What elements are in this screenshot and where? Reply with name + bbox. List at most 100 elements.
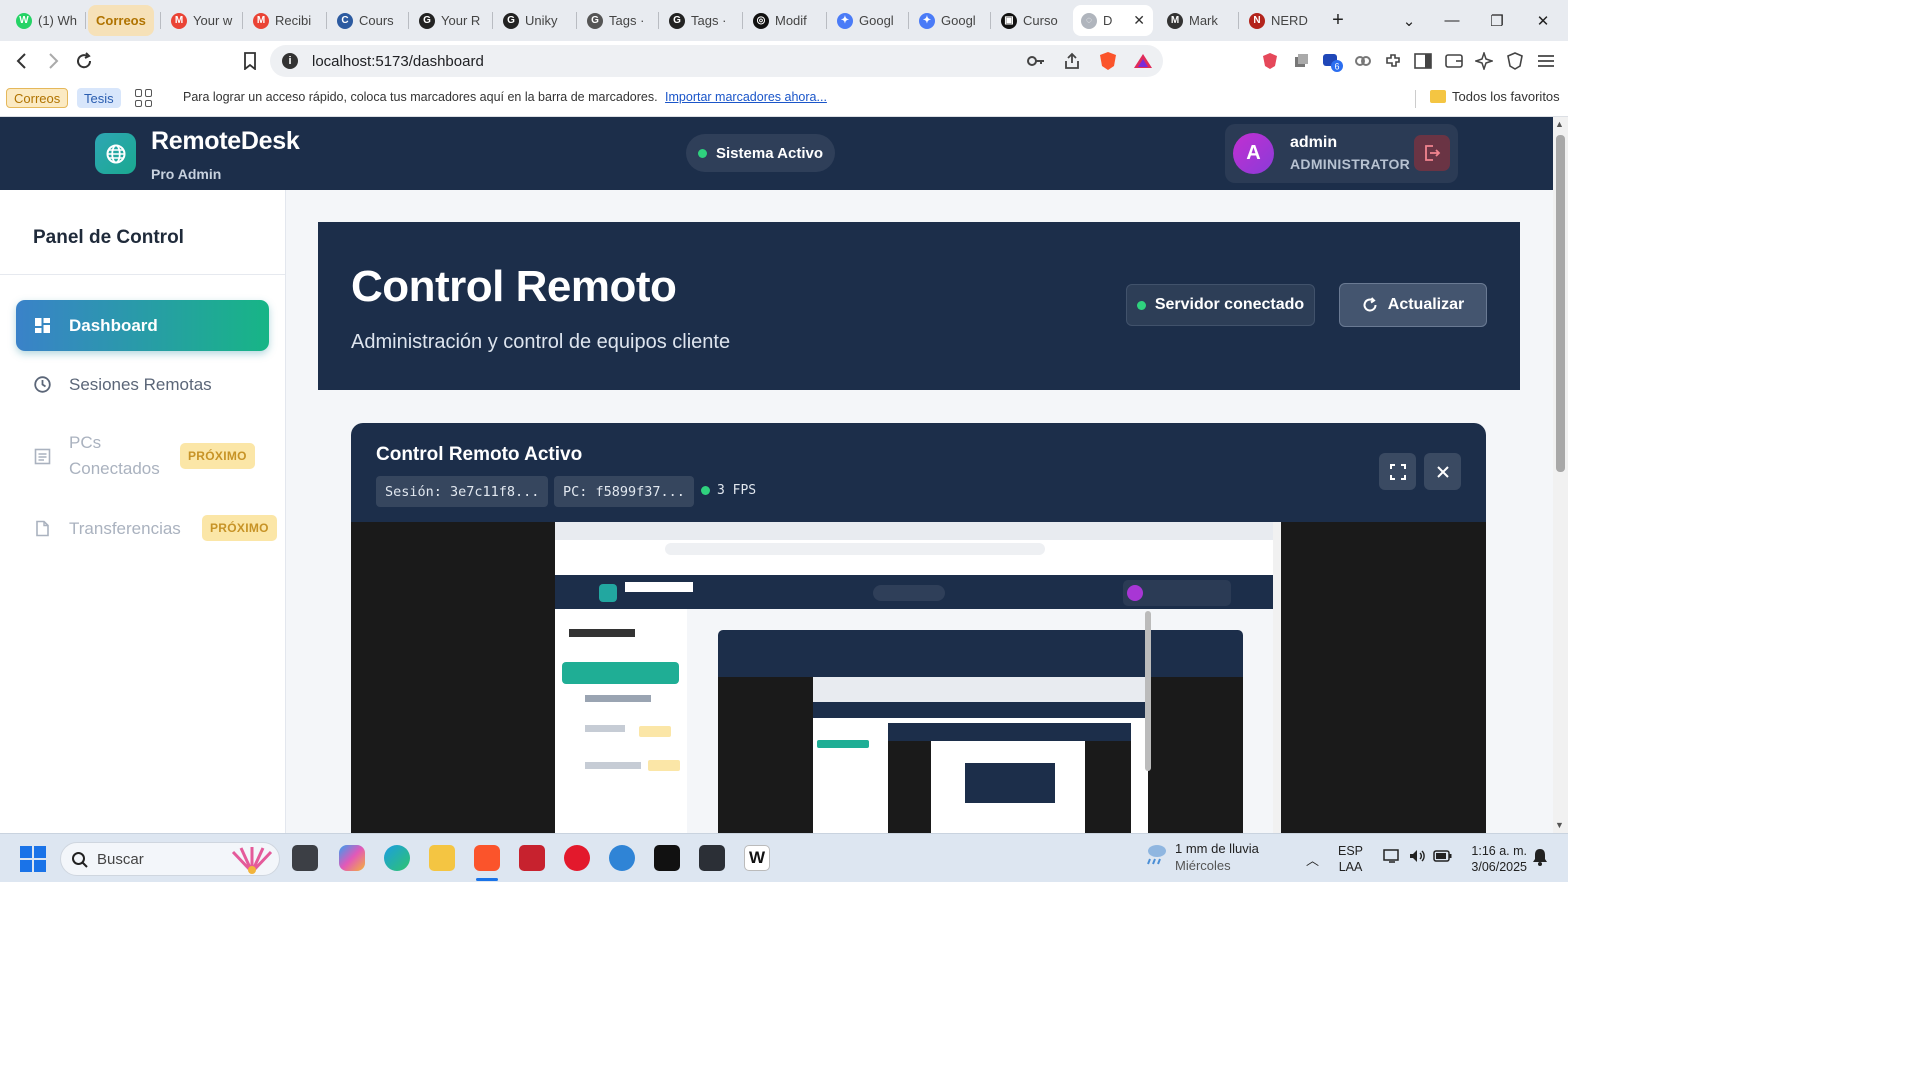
adblock-extension-icon[interactable]	[1259, 50, 1281, 72]
browser-tab[interactable]: G Uniky	[495, 5, 575, 36]
browser-tab[interactable]: ▣ Curso	[993, 5, 1069, 36]
clock[interactable]: 1:16 a. m. 3/06/2025	[1463, 843, 1527, 875]
fps-label: 3 FPS	[717, 483, 757, 498]
new-tab-button[interactable]: +	[1315, 0, 1361, 41]
logout-button[interactable]	[1414, 135, 1450, 171]
notification-icon[interactable]	[1532, 848, 1548, 871]
page-scrollbar[interactable]: ▲ ▼	[1553, 117, 1568, 833]
browser-tab[interactable]: ◌ D ✕	[1073, 5, 1153, 36]
bookmark-group-tesis[interactable]: Tesis	[77, 88, 121, 108]
tab-search-icon[interactable]: ⌄	[1386, 0, 1432, 41]
tab-separator	[990, 12, 991, 29]
youtube-music-icon[interactable]	[564, 845, 590, 871]
cursor-editor-icon[interactable]	[654, 845, 680, 871]
windows-start-icon[interactable]	[20, 846, 46, 877]
active-app-indicator	[476, 878, 498, 881]
weather-widget[interactable]: 1 mm de lluvia Miércoles	[1143, 841, 1259, 873]
remote-desktop-stream[interactable]	[555, 522, 1281, 833]
clock-time: 1:16 a. m.	[1471, 844, 1527, 858]
coming-soon-badge: PRÓXIMO	[202, 515, 277, 541]
close-session-button[interactable]	[1424, 453, 1461, 490]
wallet-icon[interactable]	[1443, 50, 1465, 72]
tab-favicon-icon: M	[253, 12, 269, 29]
volume-icon[interactable]	[1408, 848, 1426, 869]
sync-extension-icon[interactable]	[1352, 50, 1374, 72]
chevron-up-icon[interactable]: ︿	[1306, 850, 1319, 869]
close-tab-icon[interactable]: ✕	[1133, 12, 1145, 29]
sidebar-toggle-icon[interactable]	[1412, 50, 1434, 72]
refresh-button[interactable]: Actualizar	[1339, 283, 1487, 327]
browser-tab[interactable]: ✦ Googl	[911, 5, 991, 36]
password-key-icon[interactable]	[1027, 53, 1045, 74]
tab-label: (1) Wh	[38, 13, 77, 28]
logout-icon	[1425, 145, 1441, 161]
apps-grid-icon[interactable]	[135, 89, 153, 107]
all-favorites-button[interactable]: Todos los favoritos	[1430, 89, 1560, 104]
status-dot-icon	[698, 148, 707, 158]
network-icon[interactable]	[1383, 848, 1401, 869]
sidebar-item-sesiones-remotas[interactable]: Sesiones Remotas	[16, 359, 269, 410]
brave-browser-icon[interactable]	[474, 845, 500, 871]
fullscreen-button[interactable]	[1379, 453, 1416, 490]
extension-icon[interactable]	[1290, 50, 1312, 72]
wattpad-icon[interactable]: W	[744, 845, 770, 871]
vpn-icon[interactable]	[1504, 50, 1526, 72]
share-icon[interactable]	[1063, 52, 1081, 75]
language-indicator[interactable]: ESP LAA	[1338, 843, 1363, 875]
copilot-icon[interactable]	[339, 845, 365, 871]
docker-icon[interactable]	[609, 845, 635, 871]
maximize-icon[interactable]: ❐	[1474, 0, 1520, 41]
close-window-icon[interactable]: ✕	[1520, 0, 1566, 41]
scrollbar-thumb[interactable]	[1556, 135, 1565, 472]
forward-icon[interactable]	[42, 50, 64, 72]
bookmark-icon[interactable]	[239, 50, 261, 72]
import-bookmarks-link[interactable]: Importar marcadores ahora...	[665, 90, 827, 104]
coming-soon-badge: PRÓXIMO	[180, 443, 255, 469]
browser-tab[interactable]: ◎ Modif	[745, 5, 825, 36]
address-bar[interactable]: i localhost:5173/dashboard	[270, 45, 1163, 77]
remote-screen-viewport[interactable]	[351, 522, 1486, 833]
system-status-pill: Sistema Activo	[686, 134, 835, 172]
file-explorer-icon[interactable]	[429, 845, 455, 871]
tab-favicon-icon: W	[16, 12, 32, 29]
wallet-extension-icon[interactable]: 6	[1321, 50, 1343, 72]
browser-tab[interactable]: G Tags ·	[579, 5, 659, 36]
brave-rewards-icon[interactable]	[1133, 53, 1153, 74]
menu-icon[interactable]	[1535, 50, 1557, 72]
back-icon[interactable]	[11, 50, 33, 72]
scroll-down-icon[interactable]: ▼	[1555, 820, 1564, 830]
terminal-icon[interactable]	[699, 845, 725, 871]
tab-separator	[658, 12, 659, 29]
browser-tab[interactable]: M Mark	[1159, 5, 1239, 36]
taskbar-search-input[interactable]: Buscar	[60, 842, 280, 876]
fps-indicator: 3 FPS	[701, 483, 756, 498]
puzzle-extensions-icon[interactable]	[1382, 50, 1404, 72]
sidebar-item-dashboard[interactable]: Dashboard	[16, 300, 269, 351]
scroll-up-icon[interactable]: ▲	[1555, 119, 1564, 129]
browser-tab[interactable]: W (1) Wh	[8, 5, 84, 36]
browser-tab[interactable]: ✦ Googl	[829, 5, 909, 36]
task-view-icon[interactable]	[292, 845, 318, 871]
tab-label: Cours	[359, 13, 394, 28]
reload-icon[interactable]	[73, 50, 95, 72]
brave-shield-icon[interactable]	[1099, 51, 1117, 76]
tab-favicon-icon: G	[503, 12, 519, 29]
app-icon[interactable]	[519, 845, 545, 871]
minimize-icon[interactable]: —	[1429, 0, 1475, 41]
browser-tab[interactable]: M Your w	[163, 5, 243, 36]
bookmark-group-correos[interactable]: Correos	[6, 88, 69, 108]
browser-tab[interactable]: M Recibi	[245, 5, 325, 36]
remote-card-title: Control Remoto Activo	[376, 444, 583, 465]
tab-group-correos[interactable]: Correos	[88, 5, 154, 36]
battery-icon[interactable]	[1433, 849, 1453, 868]
leo-ai-icon[interactable]	[1473, 50, 1495, 72]
browser-tab[interactable]: C Cours	[329, 5, 409, 36]
site-info-icon[interactable]: i	[282, 53, 298, 69]
edge-browser-icon[interactable]	[384, 845, 410, 871]
browser-tab[interactable]: G Your R	[411, 5, 491, 36]
browser-tab[interactable]: G Tags ·	[661, 5, 741, 36]
tab-separator	[242, 12, 243, 29]
browser-tab[interactable]: N NERD	[1241, 5, 1319, 36]
browser-tab-strip: ⌄ — ❐ ✕ W (1) Wh Correos M Your w M Recibi C Cou…	[0, 0, 1568, 41]
tab-label: Googl	[859, 13, 894, 28]
